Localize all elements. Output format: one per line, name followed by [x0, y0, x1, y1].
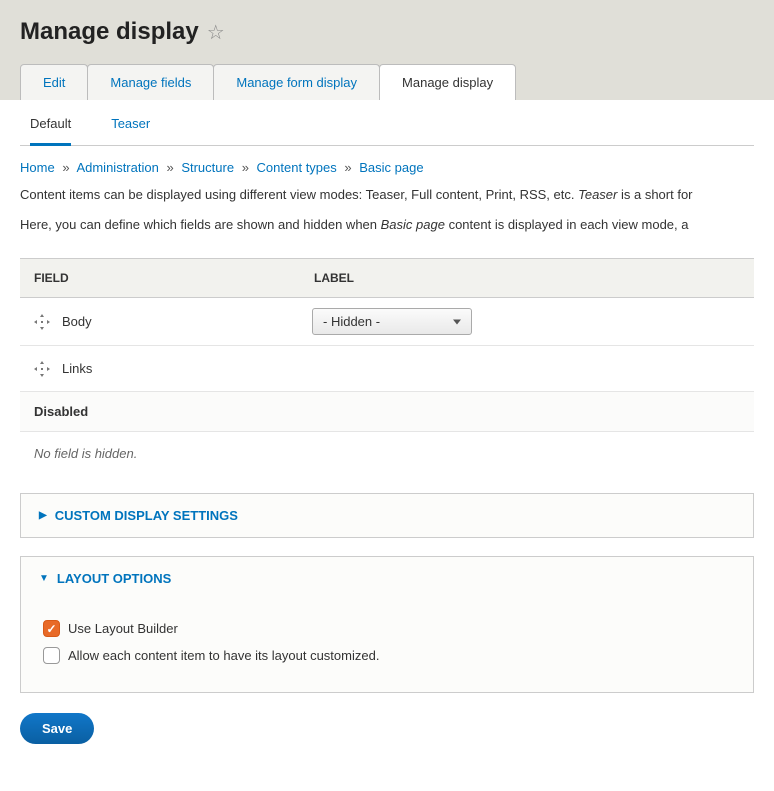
details-title: LAYOUT OPTIONS: [57, 571, 171, 586]
drag-handle-icon[interactable]: [34, 361, 50, 377]
crumb-content-types[interactable]: Content types: [257, 160, 337, 175]
subtab-teaser[interactable]: Teaser: [111, 116, 150, 145]
details-title: CUSTOM DISPLAY SETTINGS: [55, 508, 238, 523]
breadcrumb-sep: »: [242, 160, 249, 175]
breadcrumb: Home » Administration » Structure » Cont…: [20, 160, 754, 175]
checkbox-allow-custom-layout[interactable]: [43, 647, 60, 664]
checkbox-use-layout-builder[interactable]: [43, 620, 60, 637]
tab-manage-form-display[interactable]: Manage form display: [213, 64, 380, 100]
disabled-empty-text: No field is hidden.: [20, 432, 754, 475]
desc1-post: is a short for: [617, 187, 692, 202]
summary-layout-options[interactable]: ▼ LAYOUT OPTIONS: [21, 557, 753, 600]
description-1: Content items can be displayed using dif…: [20, 185, 754, 205]
disabled-section-heading: Disabled: [20, 392, 754, 432]
summary-custom-display-settings[interactable]: ▶ CUSTOM DISPLAY SETTINGS: [21, 494, 753, 537]
tab-manage-fields[interactable]: Manage fields: [87, 64, 214, 100]
crumb-basic-page[interactable]: Basic page: [359, 160, 423, 175]
subtab-default[interactable]: Default: [30, 116, 71, 146]
crumb-home[interactable]: Home: [20, 160, 55, 175]
field-name: Body: [62, 314, 312, 329]
drag-handle-icon[interactable]: [34, 314, 50, 330]
desc1-em: Teaser: [578, 187, 617, 202]
desc2-post: content is displayed in each view mode, …: [445, 217, 689, 232]
page-title: Manage display: [20, 18, 199, 46]
checkbox-label: Use Layout Builder: [68, 621, 178, 636]
secondary-tabs: Default Teaser: [20, 100, 754, 146]
triangle-right-icon: ▶: [39, 510, 47, 521]
desc1-pre: Content items can be displayed using dif…: [20, 187, 578, 202]
tab-edit[interactable]: Edit: [20, 64, 88, 100]
table-row: Links: [20, 346, 754, 392]
crumb-structure[interactable]: Structure: [181, 160, 234, 175]
tab-manage-display[interactable]: Manage display: [379, 64, 516, 100]
breadcrumb-sep: »: [166, 160, 173, 175]
col-header-label: LABEL: [314, 271, 740, 285]
col-header-field: FIELD: [34, 271, 314, 285]
breadcrumb-sep: »: [62, 160, 69, 175]
details-custom-display-settings: ▶ CUSTOM DISPLAY SETTINGS: [20, 493, 754, 538]
checkbox-label: Allow each content item to have its layo…: [68, 648, 379, 663]
field-name: Links: [62, 361, 312, 376]
primary-tabs: Edit Manage fields Manage form display M…: [20, 64, 754, 100]
crumb-administration[interactable]: Administration: [76, 160, 158, 175]
favorite-star-icon[interactable]: ☆: [207, 20, 225, 45]
breadcrumb-sep: »: [344, 160, 351, 175]
details-layout-options: ▼ LAYOUT OPTIONS Use Layout Builder Allo…: [20, 556, 754, 693]
save-button[interactable]: Save: [20, 713, 94, 744]
desc2-pre: Here, you can define which fields are sh…: [20, 217, 381, 232]
description-2: Here, you can define which fields are sh…: [20, 215, 754, 235]
label-select[interactable]: - Hidden -: [312, 308, 472, 335]
table-row: Body - Hidden -: [20, 298, 754, 346]
field-display-table: FIELD LABEL Body - Hidden - Links Disabl…: [20, 258, 754, 475]
desc2-em: Basic page: [381, 217, 445, 232]
triangle-down-icon: ▼: [39, 573, 49, 584]
